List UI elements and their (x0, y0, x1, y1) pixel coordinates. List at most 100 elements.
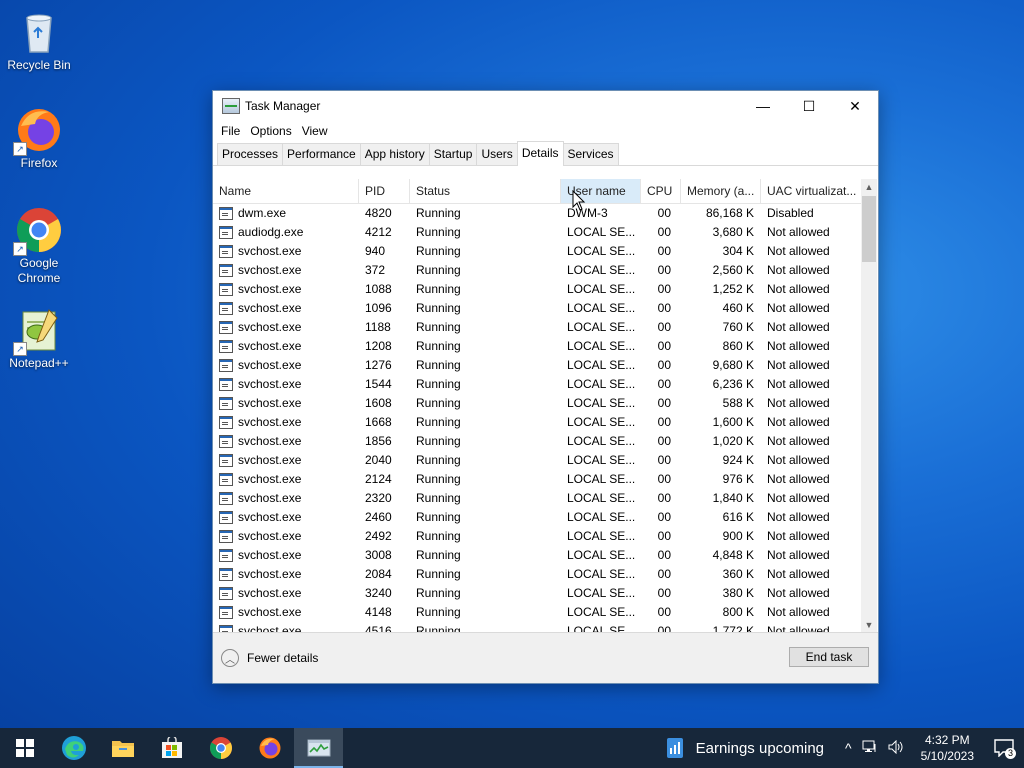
shortcut-arrow-icon: ↗ (13, 142, 27, 156)
cell-uac: Not allowed (767, 605, 830, 619)
speaker-icon[interactable] (888, 739, 904, 757)
cell-name: svchost.exe (213, 451, 359, 470)
start-button[interactable] (0, 728, 49, 768)
cell-name: svchost.exe (213, 242, 359, 261)
table-row[interactable]: audiodg.exe 4212 Running LOCAL SE... 00 3,680… (213, 223, 861, 242)
process-name: svchost.exe (238, 453, 302, 467)
table-row[interactable]: svchost.exe 3008 Running LOCAL SE... 00 4,848… (213, 546, 861, 565)
table-row[interactable]: svchost.exe 1188 Running LOCAL SE... 00 760 K… (213, 318, 861, 337)
cell-user-name: LOCAL SE... (567, 472, 636, 486)
table-row[interactable]: svchost.exe 2124 Running LOCAL SE... 00 976 K… (213, 470, 861, 489)
title-bar[interactable]: Task Manager — ☐ ✕ (213, 91, 878, 121)
cell-cpu: 00 (657, 263, 671, 277)
taskbar-edge[interactable] (49, 728, 98, 768)
cell-name: svchost.exe (213, 261, 359, 280)
table-row[interactable]: svchost.exe 2320 Running LOCAL SE... 00 1,840… (213, 489, 861, 508)
table-row[interactable]: svchost.exe 2040 Running LOCAL SE... 00 924 K… (213, 451, 861, 470)
table-row[interactable]: svchost.exe 1544 Running LOCAL SE... 00 6,236… (213, 375, 861, 394)
notification-center-button[interactable]: 3 (984, 728, 1024, 768)
tab-app-history[interactable]: App history (359, 143, 430, 165)
table-row[interactable]: svchost.exe 2084 Running LOCAL SE... 00 360 K… (213, 565, 861, 584)
minimize-button[interactable]: — (740, 91, 786, 121)
cell-uac: Not allowed (767, 434, 830, 448)
process-icon (219, 283, 233, 296)
menu-view[interactable]: View (297, 124, 333, 138)
tab-services[interactable]: Services (562, 143, 619, 165)
cell-name: audiodg.exe (213, 223, 359, 242)
end-task-button[interactable]: End task (789, 647, 869, 667)
column-header-memory[interactable]: Memory (a... (681, 179, 761, 203)
desktop-icon-firefox[interactable]: ↗ Firefox (4, 106, 74, 170)
column-header-status[interactable]: Status (410, 179, 561, 203)
table-row[interactable]: svchost.exe 1208 Running LOCAL SE... 00 860 K… (213, 337, 861, 356)
network-icon[interactable] (862, 740, 878, 757)
taskbar-chrome[interactable] (196, 728, 245, 768)
clock[interactable]: 4:32 PM 5/10/2023 (921, 732, 974, 764)
cell-name: svchost.exe (213, 394, 359, 413)
taskbar-task-manager[interactable] (294, 728, 343, 768)
maximize-button[interactable]: ☐ (786, 91, 832, 121)
taskbar-store[interactable] (147, 728, 196, 768)
taskbar-firefox[interactable] (245, 728, 294, 768)
desktop-icon-recycle-bin[interactable]: Recycle Bin (4, 8, 74, 72)
column-header-uac[interactable]: UAC virtualizat... (761, 179, 861, 203)
notification-count-badge: 3 (1004, 748, 1016, 759)
process-icon (219, 302, 233, 315)
table-row[interactable]: svchost.exe 1276 Running LOCAL SE... 00 9,680… (213, 356, 861, 375)
scrollbar-thumb[interactable] (862, 196, 876, 262)
close-button[interactable]: ✕ (832, 91, 878, 121)
store-icon (161, 737, 182, 758)
menu-bar: File Options View (213, 121, 878, 141)
column-header-name[interactable]: Name (213, 179, 359, 203)
tab-details[interactable]: Details (516, 141, 564, 166)
table-row[interactable]: svchost.exe 1096 Running LOCAL SE... 00 460 K… (213, 299, 861, 318)
cell-uac: Not allowed (767, 377, 830, 391)
cell-status: Running (416, 415, 461, 429)
column-header-pid[interactable]: PID (359, 179, 410, 203)
table-row[interactable]: dwm.exe 4820 Running DWM-3 00 86,168 K Disable… (213, 204, 861, 223)
tab-processes[interactable]: Processes (217, 143, 284, 165)
process-icon (219, 378, 233, 391)
process-name: svchost.exe (238, 472, 302, 486)
menu-file[interactable]: File (216, 124, 245, 138)
process-icon (219, 226, 233, 239)
cell-user-name: LOCAL SE... (567, 396, 636, 410)
cell-user-name: LOCAL SE... (567, 301, 636, 315)
taskbar: Earnings upcoming ^ 4:32 PM 5/10/2023 3 (0, 728, 1024, 768)
table-row[interactable]: svchost.exe 2492 Running LOCAL SE... 00 900 K… (213, 527, 861, 546)
column-header-cpu[interactable]: CPU (641, 179, 681, 203)
table-row[interactable]: svchost.exe 1856 Running LOCAL SE... 00 1,020… (213, 432, 861, 451)
chevron-up-icon[interactable]: ^ (845, 740, 852, 756)
vertical-scrollbar[interactable]: ▲ ▼ (861, 179, 877, 634)
tab-startup[interactable]: Startup (428, 143, 478, 165)
scroll-up-icon[interactable]: ▲ (861, 179, 877, 196)
process-name: svchost.exe (238, 263, 302, 277)
tab-performance[interactable]: Performance (282, 143, 361, 165)
desktop-icon-notepadpp[interactable]: ↗ Notepad++ (4, 306, 74, 370)
process-name: audiodg.exe (238, 225, 304, 239)
fewer-details-toggle[interactable]: ︿ Fewer details (221, 649, 318, 667)
cell-memory: 1,252 K (712, 282, 754, 296)
taskbar-file-explorer[interactable] (98, 728, 147, 768)
process-name: svchost.exe (238, 244, 302, 258)
process-name: svchost.exe (238, 605, 302, 619)
cell-uac: Not allowed (767, 225, 830, 239)
desktop-icon-chrome[interactable]: ↗ Google Chrome (4, 206, 74, 286)
table-row[interactable]: svchost.exe 3240 Running LOCAL SE... 00 380 K… (213, 584, 861, 603)
table-row[interactable]: svchost.exe 4148 Running LOCAL SE... 00 800 K… (213, 603, 861, 622)
table-row[interactable]: svchost.exe 940 Running LOCAL SE... 00 304 K N… (213, 242, 861, 261)
cell-cpu: 00 (657, 472, 671, 486)
chrome-icon: ↗ (13, 206, 63, 256)
tab-users[interactable]: Users (476, 143, 518, 165)
cell-uac: Not allowed (767, 415, 830, 429)
table-row[interactable]: svchost.exe 1668 Running LOCAL SE... 00 1,600… (213, 413, 861, 432)
cell-user-name: LOCAL SE... (567, 491, 636, 505)
widget-earnings[interactable]: Earnings upcoming (666, 737, 824, 759)
table-row[interactable]: svchost.exe 2460 Running LOCAL SE... 00 616 K… (213, 508, 861, 527)
table-row[interactable]: svchost.exe 372 Running LOCAL SE... 00 2,560 … (213, 261, 861, 280)
table-row[interactable]: svchost.exe 1088 Running LOCAL SE... 00 1,252… (213, 280, 861, 299)
menu-options[interactable]: Options (245, 124, 296, 138)
cell-name: svchost.exe (213, 356, 359, 375)
footer-bar: ︿ Fewer details End task (213, 632, 878, 683)
table-row[interactable]: svchost.exe 1608 Running LOCAL SE... 00 588 K… (213, 394, 861, 413)
